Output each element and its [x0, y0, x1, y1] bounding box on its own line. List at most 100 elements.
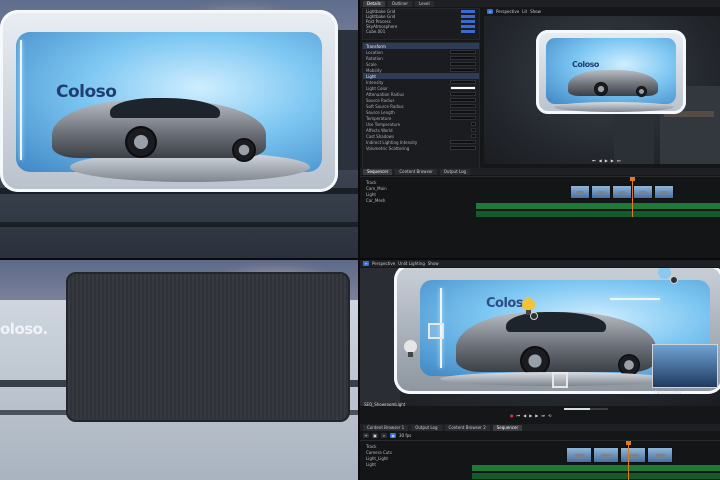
viewport-top[interactable]: Coloso — [484, 16, 720, 164]
details-row[interactable]: Volumetric Scattering — [363, 145, 479, 151]
viewport-show[interactable]: Show — [428, 261, 439, 266]
rect-light-icon[interactable] — [552, 372, 568, 388]
tab-sequencer[interactable]: Sequencer — [492, 424, 523, 431]
outliner-row-label: Cube.001 — [366, 29, 386, 34]
details-row-label: Light Color — [366, 85, 388, 91]
record-icon[interactable]: ● — [510, 413, 514, 418]
step-back-icon[interactable]: ◀ — [599, 158, 602, 163]
loop-icon[interactable]: ⟲ — [548, 413, 551, 418]
details-row-label: Scale — [366, 61, 377, 67]
checkbox[interactable] — [471, 134, 476, 138]
shot-thumbnail[interactable] — [647, 447, 673, 463]
details-row-label: Use Temperature — [366, 121, 401, 127]
outliner-row[interactable]: Cube.001 — [363, 29, 479, 34]
sequencer-toolbar: + ▣ ⌕ ◉ 30 fps — [360, 432, 414, 438]
viewport-show[interactable]: Show — [530, 9, 541, 14]
play-icon[interactable]: ▶ — [529, 413, 532, 418]
scene-logo: Coloso — [572, 60, 599, 69]
shot-thumbnail[interactable] — [566, 447, 592, 463]
value-field[interactable] — [450, 116, 476, 120]
playhead-handle[interactable] — [626, 441, 631, 445]
value-field[interactable] — [450, 92, 476, 96]
car-wheel-rear — [232, 138, 256, 162]
camera-lock-icon[interactable]: ◉ — [390, 432, 396, 438]
rect-light-icon[interactable] — [428, 323, 444, 339]
transform-gizmo-icon[interactable] — [670, 276, 678, 284]
value-field[interactable] — [450, 56, 476, 60]
checkbox[interactable] — [471, 128, 476, 132]
value-field[interactable] — [450, 50, 476, 54]
playhead[interactable] — [628, 441, 629, 480]
led-screen-off — [66, 272, 350, 422]
value-field[interactable] — [450, 98, 476, 102]
shot-thumbnail[interactable] — [633, 185, 653, 199]
track-bar[interactable] — [476, 203, 720, 209]
tab-level[interactable]: Level — [415, 0, 434, 7]
shot-thumbnail[interactable] — [612, 185, 632, 199]
track-label[interactable]: Light — [362, 461, 470, 467]
color-field[interactable] — [450, 86, 476, 90]
camera-preview[interactable] — [652, 344, 718, 388]
track-label[interactable]: Car_Mesh — [362, 197, 474, 203]
skip-back-icon[interactable]: ⏮ — [517, 413, 521, 418]
tab-content-browser-1[interactable]: Content Browser 1 — [363, 424, 409, 431]
viewport-toolbar: ≡ Perspective Lit Show — [484, 8, 544, 14]
save-icon[interactable]: ▣ — [372, 432, 378, 438]
details-row-label: Intensity — [366, 79, 384, 85]
viewport-mode[interactable]: Perspective — [496, 9, 519, 14]
scrub-bar[interactable] — [564, 408, 608, 410]
details-row-label: Location — [366, 49, 383, 55]
track-list: Track Cam_Main Light Car_Mesh — [362, 179, 474, 203]
tab-details[interactable]: Details — [363, 0, 385, 7]
add-track-icon[interactable]: + — [363, 432, 369, 438]
track-bar[interactable] — [476, 211, 720, 217]
play-icon[interactable]: ▶ — [605, 158, 608, 163]
shot-thumbnail[interactable] — [593, 447, 619, 463]
value-field[interactable] — [450, 104, 476, 108]
neon-strip — [610, 298, 660, 300]
step-forward-icon[interactable]: ▶ — [611, 158, 614, 163]
step-back-icon[interactable]: ◀ — [523, 413, 526, 418]
value-field[interactable] — [450, 140, 476, 144]
menu-icon[interactable]: ≡ — [363, 261, 369, 266]
track-list: Track Camera Cuts Light_Light Light — [362, 443, 470, 467]
track-bar[interactable] — [472, 465, 720, 471]
tab-output-log[interactable]: Output Log — [411, 424, 442, 431]
viewport-bottom[interactable]: Coloso Camera Actor — [360, 268, 720, 406]
tab-outliner[interactable]: Outliner — [387, 0, 412, 7]
shot-thumbnail[interactable] — [654, 185, 674, 199]
camera-preview-label: Camera Actor — [654, 390, 682, 395]
visibility-swatch — [461, 30, 475, 33]
value-field[interactable] — [450, 110, 476, 114]
checkbox[interactable] — [471, 122, 476, 126]
track-bar[interactable] — [472, 473, 720, 479]
skip-forward-icon[interactable]: ⏭ — [541, 413, 545, 418]
transform-gizmo-icon[interactable] — [530, 312, 538, 320]
shot-thumbnail[interactable] — [620, 447, 646, 463]
fps-selector[interactable]: 30 fps — [399, 433, 411, 438]
search-icon[interactable]: ⌕ — [381, 432, 387, 438]
shot-thumbnail[interactable] — [591, 185, 611, 199]
tab-sequencer[interactable]: Sequencer — [363, 168, 393, 175]
photo-real-bottom: oloso. — [0, 260, 358, 480]
tab-content-browser-2[interactable]: Content Browser 2 — [444, 424, 490, 431]
neon-strip — [20, 40, 22, 160]
viewport-mode[interactable]: Perspective — [372, 261, 395, 266]
step-forward-icon[interactable]: ▶ — [535, 413, 538, 418]
value-field[interactable] — [450, 62, 476, 66]
skip-back-icon[interactable]: ⏮ — [592, 158, 596, 163]
tab-content-browser[interactable]: Content Browser — [395, 168, 437, 175]
value-field[interactable] — [450, 68, 476, 72]
viewport-view[interactable]: Lit — [522, 9, 527, 14]
skip-forward-icon[interactable]: ⏭ — [617, 158, 621, 163]
menu-icon[interactable]: ≡ — [487, 8, 493, 14]
status-label: SEQ_ShowroomLight — [364, 402, 406, 407]
value-field[interactable] — [450, 80, 476, 84]
composite-grid: Coloso Details Outliner Level Lightbake … — [0, 0, 720, 480]
viewport-view[interactable]: Unlit Lighting — [398, 261, 425, 266]
playhead[interactable] — [632, 177, 633, 217]
tab-output-log[interactable]: Output Log — [439, 168, 471, 175]
shot-thumbnail[interactable] — [570, 185, 590, 199]
value-field[interactable] — [450, 146, 476, 150]
playhead-handle[interactable] — [630, 177, 635, 181]
